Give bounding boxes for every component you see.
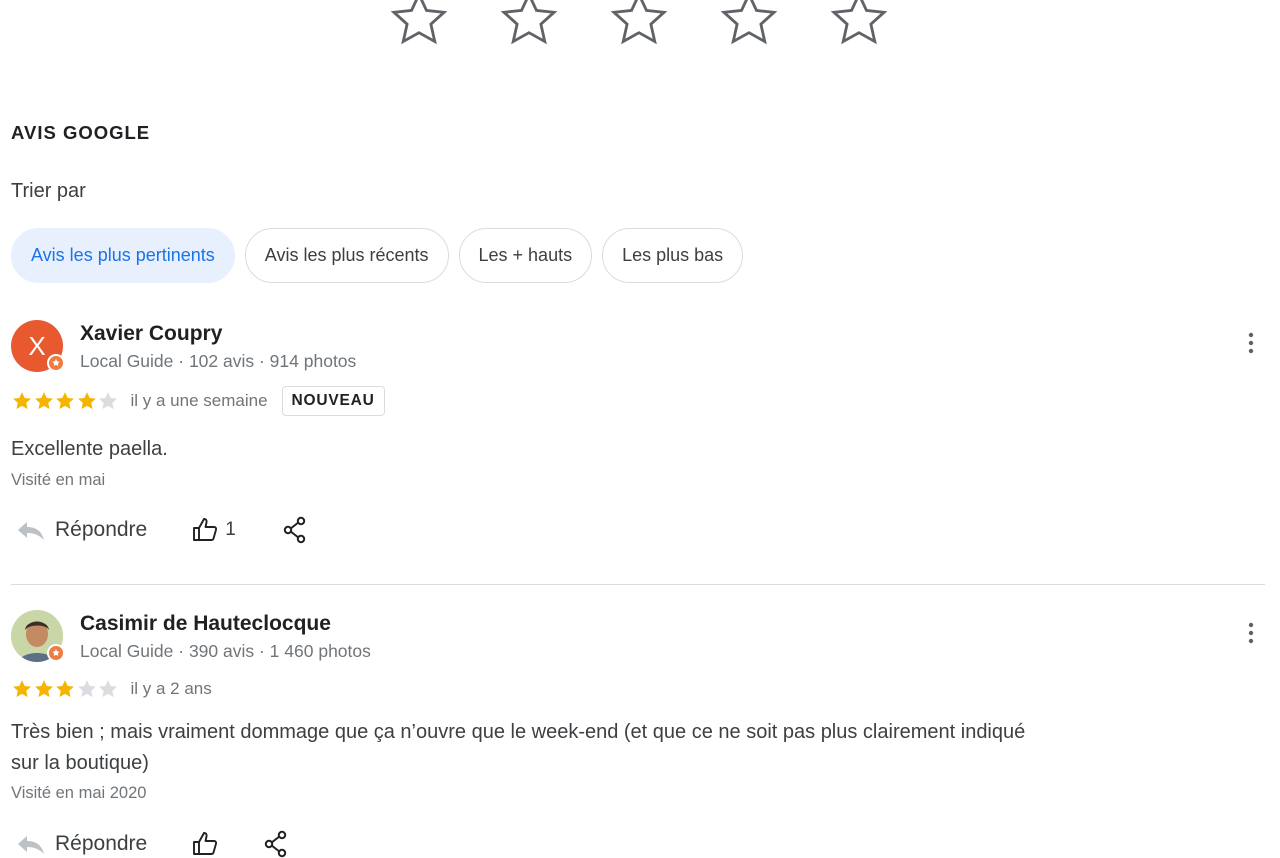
review-time: il y a une semaine — [130, 391, 268, 410]
more-options-button[interactable] — [1245, 330, 1257, 356]
review-rating-row: il y a 2 ans — [11, 672, 212, 706]
star-filled-icon — [11, 678, 33, 700]
more-vert-icon — [1248, 332, 1254, 354]
star-filled-icon — [11, 390, 33, 412]
star-filled-icon — [76, 390, 98, 412]
star-filled-icon — [33, 390, 55, 412]
star-outline-icon — [610, 0, 668, 45]
review-stars — [11, 678, 119, 700]
like-button[interactable] — [191, 830, 219, 858]
star-filled-icon — [33, 678, 55, 700]
review-visited: Visité en mai — [11, 471, 106, 489]
local-guide-badge-icon — [47, 354, 65, 372]
review-rating-row: il y a une semaine NOUVEAU — [11, 384, 385, 418]
star-outline-icon — [390, 0, 448, 45]
review-actions: Répondre — [15, 830, 289, 858]
like-count: 1 — [225, 519, 236, 540]
sort-label: Trier par — [11, 180, 86, 202]
thumb-up-icon — [191, 516, 219, 544]
share-icon — [282, 516, 308, 544]
chip-lowest[interactable]: Les plus bas — [602, 228, 744, 283]
review-text-line: Très bien ; mais vraiment dommage que ça… — [11, 721, 1026, 743]
more-vert-icon — [1248, 622, 1254, 644]
star-empty-icon — [97, 390, 119, 412]
chip-most-relevant[interactable]: Avis les plus pertinents — [11, 228, 235, 283]
star-filled-icon — [54, 678, 76, 700]
review-visited: Visité en mai 2020 — [11, 784, 147, 802]
chip-most-recent[interactable]: Avis les plus récents — [244, 228, 449, 283]
review-stars — [11, 390, 119, 412]
review-author[interactable]: Xavier Coupry — [80, 322, 222, 346]
like-button[interactable]: 1 — [191, 516, 236, 544]
rate-place-stars — [388, 0, 890, 50]
share-button[interactable] — [263, 830, 289, 858]
review-author-meta: Local Guide · 102 avis · 914 photos — [80, 351, 357, 371]
section-title: AVIS GOOGLE — [11, 122, 151, 143]
avatar[interactable] — [11, 610, 65, 662]
star-outline-icon — [500, 0, 558, 45]
review-text-line: sur la boutique) — [11, 752, 149, 774]
reply-icon — [15, 832, 47, 856]
review-text: Excellente paella. — [11, 438, 168, 460]
chip-highest[interactable]: Les + hauts — [458, 228, 593, 283]
review-text: Très bien ; mais vraiment dommage que ça… — [11, 717, 1025, 779]
review-time: il y a 2 ans — [130, 679, 212, 698]
rate-star-2[interactable] — [498, 0, 560, 50]
local-guide-badge-icon — [47, 644, 65, 662]
avatar[interactable]: X — [11, 320, 65, 372]
review-actions: Répondre 1 — [15, 516, 308, 544]
star-empty-icon — [76, 678, 98, 700]
rate-star-5[interactable] — [828, 0, 890, 50]
star-outline-icon — [830, 0, 888, 45]
sort-chips: Avis les plus pertinents Avis les plus r… — [11, 228, 744, 283]
reply-label: Répondre — [55, 518, 148, 541]
star-filled-icon — [54, 390, 76, 412]
share-icon — [263, 830, 289, 858]
thumb-up-icon — [191, 830, 219, 858]
star-outline-icon — [720, 0, 778, 45]
reply-label: Répondre — [55, 832, 148, 855]
rate-star-3[interactable] — [608, 0, 670, 50]
reply-button[interactable]: Répondre — [15, 518, 147, 542]
share-button[interactable] — [282, 516, 308, 544]
more-options-button[interactable] — [1245, 620, 1257, 646]
reply-button[interactable]: Répondre — [15, 832, 147, 856]
review-author-meta: Local Guide · 390 avis · 1 460 photos — [80, 641, 371, 661]
review-divider — [11, 584, 1265, 585]
reply-icon — [15, 518, 47, 542]
star-empty-icon — [97, 678, 119, 700]
rate-star-1[interactable] — [388, 0, 450, 50]
review-author[interactable]: Casimir de Hauteclocque — [80, 612, 331, 636]
rate-star-4[interactable] — [718, 0, 780, 50]
new-badge: NOUVEAU — [281, 386, 385, 416]
